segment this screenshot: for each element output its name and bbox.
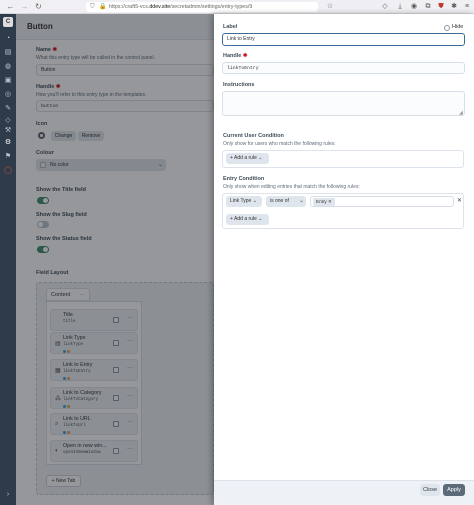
- rule-field-select[interactable]: Link Type ⌄: [226, 196, 262, 207]
- hide-label: Hide: [452, 24, 464, 30]
- collapse-icon[interactable]: ›: [3, 490, 13, 500]
- ublock-icon[interactable]: ⛊: [436, 2, 446, 12]
- hide-checkbox[interactable]: [444, 25, 450, 31]
- settings-icon[interactable]: ⚙: [3, 138, 13, 148]
- operator-chevron-icon: ⌄: [299, 198, 305, 204]
- entry-condition-instructions: Only show when editing entries that matc…: [223, 184, 360, 190]
- plugin-icon[interactable]: ⚒: [3, 126, 13, 136]
- resize-handle-icon[interactable]: ◢: [459, 110, 463, 116]
- remove-rule-icon[interactable]: ✕: [457, 197, 462, 204]
- shield-icon: ⛉: [90, 4, 95, 10]
- extension-icon[interactable]: ⧉: [423, 2, 433, 12]
- globe-icon[interactable]: ◍: [3, 62, 13, 72]
- bookmark-icon[interactable]: ☆: [325, 2, 335, 12]
- back-icon[interactable]: ←: [6, 2, 15, 11]
- download-icon[interactable]: ⤓: [395, 2, 405, 12]
- lock-icon: 🔒: [99, 4, 107, 10]
- add-entry-rule-button[interactable]: + Add a rule ⌄: [226, 214, 269, 225]
- reload-icon[interactable]: ↻: [34, 2, 43, 11]
- handle-field-label: Handle ✱: [223, 53, 248, 59]
- instructions-label: Instructions: [223, 82, 255, 88]
- modal-overlay[interactable]: [16, 14, 214, 505]
- graphql-icon[interactable]: ◇: [3, 116, 13, 126]
- instructions-textarea[interactable]: [222, 91, 465, 116]
- add-user-rule-button[interactable]: + Add a rule ⌄: [226, 153, 269, 164]
- cp-sidebar: [0, 14, 16, 505]
- apply-button[interactable]: Apply: [443, 484, 465, 496]
- address-bar[interactable]: https://craft5-vcs.ddev.site/secretadmin…: [86, 2, 318, 12]
- assets-icon[interactable]: ▣: [3, 76, 13, 86]
- account-icon[interactable]: ◉: [409, 2, 419, 12]
- extensions-puzzle-icon[interactable]: ✱: [449, 2, 459, 12]
- user-condition-instructions: Only show for users who match the follow…: [223, 141, 336, 147]
- label-label: Label: [223, 24, 238, 30]
- pocket-icon[interactable]: ◇: [380, 2, 390, 12]
- label-input[interactable]: Link to Entry: [222, 33, 465, 46]
- entry-condition-label: Entry Condition: [223, 176, 265, 182]
- handle-field-input[interactable]: linkToEntry: [222, 62, 465, 74]
- entries-icon[interactable]: ▤: [3, 48, 13, 58]
- forward-icon[interactable]: →: [20, 2, 29, 11]
- debug-icon[interactable]: ⚑: [3, 152, 13, 162]
- users-icon[interactable]: ◎: [3, 90, 13, 100]
- dashboard-icon[interactable]: ◔: [3, 34, 13, 44]
- menu-icon[interactable]: ≡: [462, 2, 472, 12]
- utilities-icon[interactable]: ✎: [3, 104, 13, 114]
- rule-value-chip[interactable]: Entry ✕: [313, 198, 335, 206]
- status-icon[interactable]: ◯: [3, 166, 13, 176]
- user-condition-label: Current User Condition: [223, 133, 284, 139]
- close-button[interactable]: Close: [420, 484, 440, 496]
- site-logo[interactable]: C: [3, 17, 13, 27]
